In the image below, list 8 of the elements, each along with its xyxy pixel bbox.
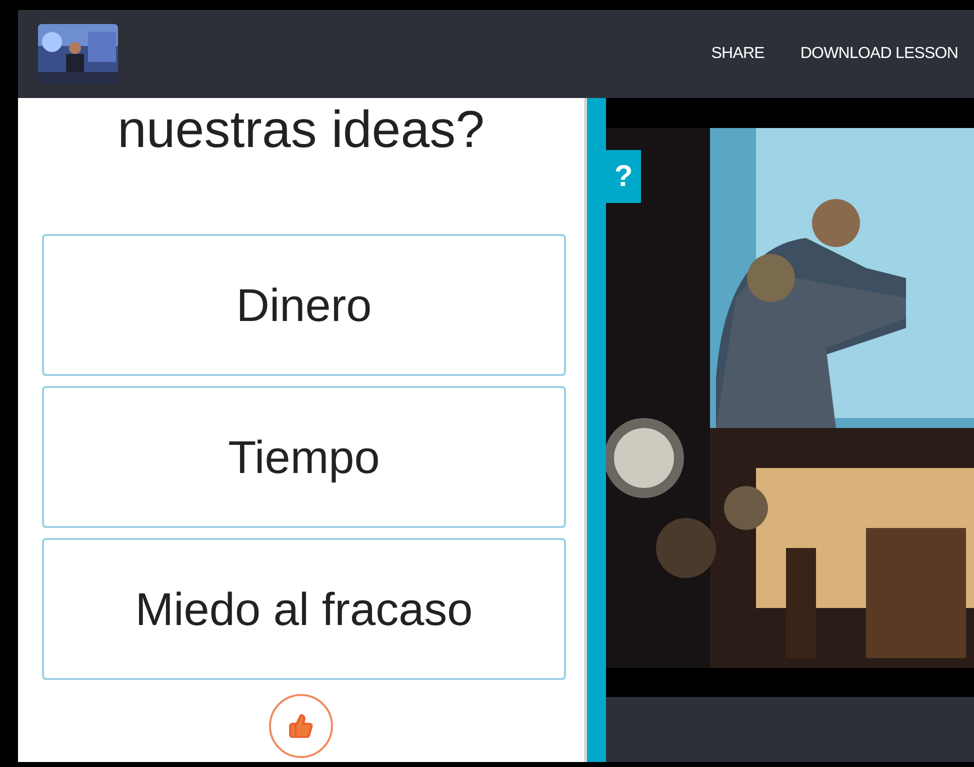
answer-option[interactable]: Miedo al fracaso xyxy=(42,538,566,680)
nav-link[interactable]: SHARE xyxy=(711,42,764,66)
like-button[interactable] xyxy=(269,694,333,758)
nav-link[interactable]: DOWNLOAD LESSON xyxy=(800,42,958,66)
answer-option[interactable]: Dinero xyxy=(42,234,566,376)
thumbs-up-icon xyxy=(288,713,314,739)
answer-option[interactable]: Tiempo xyxy=(42,386,566,528)
question-text: nuestras ideas? xyxy=(117,104,485,156)
